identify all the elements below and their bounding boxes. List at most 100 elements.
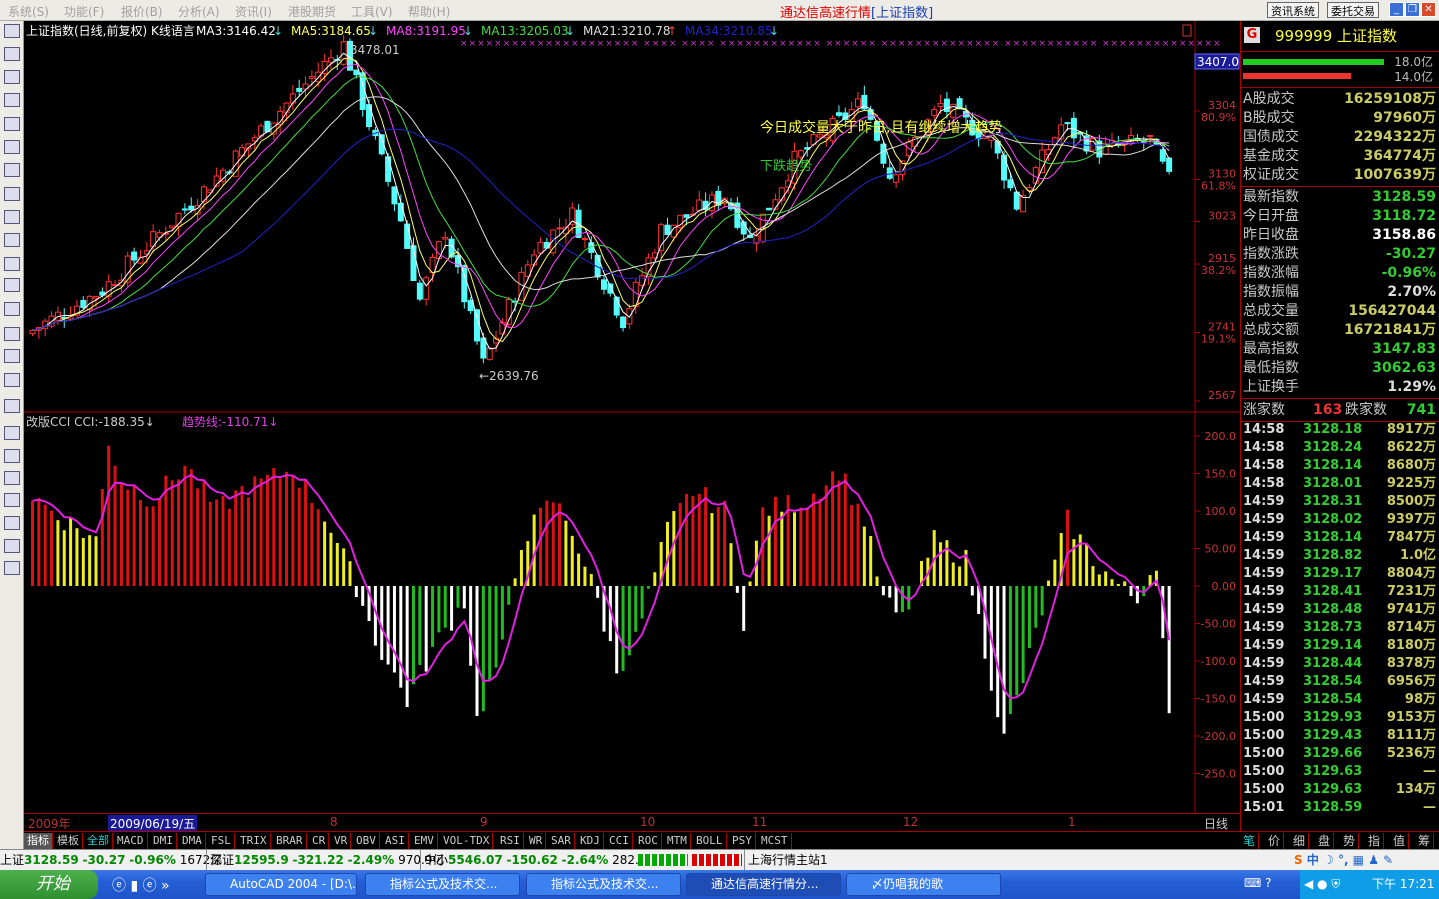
indicator-tab-cci[interactable]: CCI <box>606 833 633 849</box>
indicator-tab-指标[interactable]: 指标 <box>24 833 53 849</box>
tray-keyboard-icon[interactable]: ⌨ ? <box>1244 876 1272 890</box>
zx-change: -150.62 <box>506 853 558 867</box>
tick-price: 3128.54 <box>1303 692 1363 707</box>
table-icon[interactable] <box>4 140 20 154</box>
indicator-tab-trix[interactable]: TRIX <box>237 833 271 849</box>
task-tdx[interactable]: 通达信高速行情分... <box>686 873 841 896</box>
close-icon[interactable]: ✕ <box>1421 2 1436 17</box>
panel-tab[interactable]: 值 <box>1390 833 1410 849</box>
ime-toolbar[interactable]: S 中 ☽ °, ▦ ♟ ✎ <box>1294 850 1393 870</box>
stock-s-icon[interactable] <box>4 426 20 440</box>
panel-tab[interactable]: 指 <box>1365 833 1385 849</box>
menu-help[interactable]: 帮助(H) <box>408 3 450 20</box>
grid-icon[interactable] <box>4 399 20 413</box>
news-system-button[interactable]: 资讯系统 <box>1267 2 1319 18</box>
zx-index[interactable]: 中小5546.07 -150.62 -2.64% 282.2亿 <box>420 850 658 870</box>
menu-hk-futures[interactable]: 港股期货 <box>288 3 336 20</box>
indicator-tab-dma[interactable]: DMA <box>179 833 206 849</box>
indicator-tab-psy[interactable]: PSY <box>729 833 756 849</box>
stat-value: 3158.86 <box>1372 227 1436 243</box>
search-icon[interactable] <box>4 278 20 292</box>
indicator-tab-mcst[interactable]: MCST <box>758 833 792 849</box>
panel-tab[interactable]: 势 <box>1340 833 1360 849</box>
indicator-tab-rsi[interactable]: RSI <box>497 833 524 849</box>
server-name[interactable]: 上海行情主站1 <box>744 850 828 870</box>
sh-index[interactable]: 上证3128.59 -30.27 -0.96% 1672亿 <box>0 850 222 870</box>
panel-tab[interactable]: 笔 <box>1240 833 1260 849</box>
indicator-tab-vol-tdx[interactable]: VOL-TDX <box>440 833 494 849</box>
chart-area[interactable]: 上证指数(日线,前复权) K线语言 MA3:3146.42 ↓ MA5:3184.6… <box>24 21 1240 831</box>
pen-tool-icon[interactable] <box>4 449 20 463</box>
indicator-tab-全部[interactable]: 全部 <box>84 833 113 849</box>
users-icon[interactable] <box>4 233 20 247</box>
trade-button[interactable]: 委托交易 <box>1327 2 1379 18</box>
bars-icon[interactable] <box>4 93 20 107</box>
indicator-tab-vr[interactable]: VR <box>331 833 352 849</box>
panel-tab[interactable]: 盘 <box>1315 833 1335 849</box>
pencil-icon[interactable] <box>4 493 20 507</box>
indicator-tab-asi[interactable]: ASI <box>382 833 409 849</box>
task-folder[interactable]: 〆仍唱我的歌 <box>846 873 1001 896</box>
indicator-tab-fsl[interactable]: FSL <box>208 833 235 849</box>
sz-index[interactable]: 深证12595.9 -321.22 -2.49% 970.9亿 <box>206 850 444 870</box>
indicator-tab-mtm[interactable]: MTM <box>664 833 691 849</box>
mail-icon[interactable] <box>4 210 20 224</box>
indicator-tab-dmi[interactable]: DMI <box>150 833 177 849</box>
indicator-tab-sar[interactable]: SAR <box>548 833 575 849</box>
indicator-tab-kdj[interactable]: KDJ <box>577 833 604 849</box>
quicklaunch-icons[interactable]: ⓔ ▮ ⓔ » <box>112 875 170 895</box>
menu-tools[interactable]: 工具(V) <box>351 3 393 20</box>
f10-icon[interactable] <box>4 257 20 271</box>
tick-row: 14:59 3128.02 9397万 <box>1243 511 1438 529</box>
restore-icon[interactable]: ❐ <box>1405 2 1420 17</box>
indicator-tab-brar[interactable]: BRAR <box>273 833 307 849</box>
panel-tab[interactable]: 细 <box>1290 833 1310 849</box>
indicator-tab-boll[interactable]: BOLL <box>693 833 727 849</box>
news-icon[interactable] <box>4 117 20 131</box>
cci-bar <box>704 487 708 586</box>
indicator-tab-obv[interactable]: OBV <box>353 833 380 849</box>
indicator-tab-emv[interactable]: EMV <box>411 833 438 849</box>
tick-time: 14:58 <box>1243 476 1285 491</box>
refresh-icon[interactable] <box>4 373 20 387</box>
start-button[interactable]: 开始 <box>0 870 98 899</box>
arrow-down-icon[interactable] <box>4 561 20 575</box>
menu-info[interactable]: 资讯(I) <box>235 3 272 20</box>
tick-price: 3128.82 <box>1303 548 1363 563</box>
indicator-tab-模板[interactable]: 模板 <box>54 833 83 849</box>
cci-bar <box>215 499 219 586</box>
tray-icons[interactable]: ◀ ● ⛨ <box>1304 877 1340 891</box>
etf-icon[interactable] <box>4 302 20 316</box>
export-icon[interactable] <box>4 471 20 485</box>
tick-row: 14:59 3128.14 7847万 <box>1243 529 1438 547</box>
report-icon[interactable] <box>4 163 20 177</box>
task-autocad[interactable]: AutoCAD 2004 - [D:\... <box>205 873 357 896</box>
stat-label: 最低指数 <box>1243 360 1299 376</box>
indicator-tab-macd[interactable]: MACD <box>114 833 148 849</box>
indicator-tab-wr[interactable]: WR <box>526 833 547 849</box>
period-label[interactable]: 日线 <box>1204 815 1228 832</box>
menu-analysis[interactable]: 分析(A) <box>178 3 220 20</box>
indicator-tab-roc[interactable]: ROC <box>635 833 662 849</box>
sell-volume-label: 14.0亿 <box>1394 70 1433 84</box>
chart-svg[interactable]: 上证指数(日线,前复权) K线语言 MA3:3146.42↓ MA5:3184.6… <box>24 21 1240 813</box>
task-ie-2[interactable]: 指标公式及技术交... <box>526 873 681 896</box>
menu-function[interactable]: 功能(F) <box>64 3 104 20</box>
doc-icon[interactable] <box>4 187 20 201</box>
indicator-tab-cr[interactable]: CR <box>309 833 330 849</box>
task-ie-1[interactable]: 指标公式及技术交... <box>365 873 520 896</box>
quote-list-icon[interactable] <box>4 47 20 61</box>
candle-body <box>1089 138 1096 151</box>
move-icon[interactable] <box>4 516 20 530</box>
rsi-icon[interactable] <box>4 349 20 363</box>
menu-system[interactable]: 系统(S) <box>8 3 49 20</box>
arrow-up-icon[interactable] <box>4 539 20 553</box>
panel-tab[interactable]: 筹 <box>1415 833 1435 849</box>
panel-tab[interactable]: 价 <box>1265 833 1285 849</box>
cci-bar <box>894 586 898 613</box>
kline-icon[interactable] <box>4 24 20 38</box>
trend-icon[interactable] <box>4 70 20 84</box>
menu-quote[interactable]: 报价(B) <box>121 3 163 20</box>
minimize-icon[interactable]: _ <box>1389 2 1404 17</box>
wave-icon[interactable] <box>4 327 20 341</box>
